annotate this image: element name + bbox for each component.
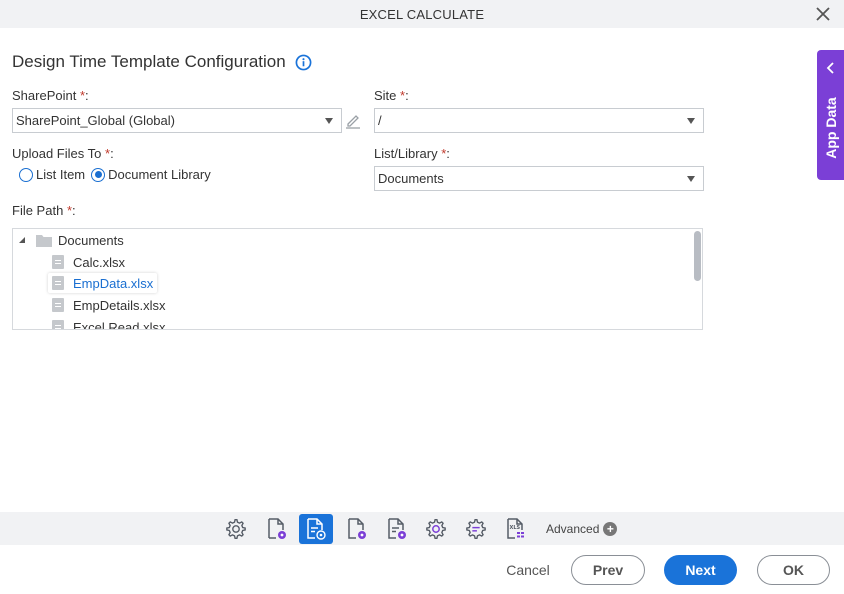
- document-lines-settings-step-active[interactable]: [299, 514, 333, 544]
- tree-file-item[interactable]: Excel Read.xlsx: [52, 317, 166, 330]
- xls-file-icon: XLS: [507, 518, 524, 539]
- site-label-text: Site: [374, 88, 397, 103]
- radio-dot: [94, 171, 102, 178]
- tree-folder-name: Documents: [58, 232, 124, 248]
- settings-gear-step[interactable]: [219, 514, 253, 544]
- document-settings-step[interactable]: [260, 514, 294, 544]
- page-heading: Design Time Template Configuration: [12, 52, 312, 72]
- dropdown-arrow-icon: [325, 118, 333, 124]
- file-icon: [52, 320, 64, 329]
- site-value: /: [378, 113, 382, 128]
- file-icon: [52, 255, 64, 269]
- upload-files-label: Upload Files To *:: [12, 146, 114, 161]
- file-path-label: File Path *:: [12, 203, 76, 218]
- site-label: Site *:: [374, 88, 409, 103]
- radio-list-item[interactable]: List Item: [19, 167, 85, 182]
- sharepoint-value: SharePoint_Global (Global): [16, 113, 175, 128]
- chevron-left-icon[interactable]: [826, 62, 836, 74]
- info-icon[interactable]: [295, 54, 312, 71]
- upload-files-radio-group: List Item Document Library: [19, 167, 217, 182]
- edit-pencil-icon[interactable]: [345, 112, 361, 129]
- document-lines-gear-icon: [307, 518, 326, 540]
- file-name: EmpData.xlsx: [73, 275, 154, 291]
- list-library-select[interactable]: Documents: [374, 166, 704, 191]
- ok-button[interactable]: OK: [757, 555, 830, 585]
- folder-icon: [36, 234, 52, 247]
- dropdown-arrow-icon: [687, 176, 695, 182]
- gear-lines-step[interactable]: [459, 514, 493, 544]
- advanced-button[interactable]: Advanced +: [546, 522, 618, 536]
- list-library-label: List/Library *:: [374, 146, 450, 161]
- xls-step[interactable]: XLS: [499, 514, 533, 544]
- file-name: Calc.xlsx: [73, 254, 126, 270]
- radio-label: Document Library: [108, 167, 211, 182]
- close-icon[interactable]: [814, 5, 832, 23]
- radio-document-library[interactable]: Document Library: [91, 167, 211, 182]
- gear-lines-icon: [466, 518, 486, 540]
- label-colon: :: [446, 146, 450, 161]
- document-lines-settings-step-2[interactable]: [380, 514, 414, 544]
- label-colon: :: [110, 146, 114, 161]
- app-data-tab[interactable]: App Data: [817, 50, 844, 180]
- file-icon: [52, 276, 64, 290]
- label-colon: :: [72, 203, 76, 218]
- site-select[interactable]: /: [374, 108, 704, 133]
- step-toolbar: XLS Advanced +: [0, 512, 844, 545]
- prev-button[interactable]: Prev: [571, 555, 645, 585]
- tree-file-item[interactable]: EmpDetails.xlsx: [52, 295, 165, 315]
- file-name: EmpDetails.xlsx: [73, 297, 166, 313]
- radio-button-checked[interactable]: [91, 167, 106, 182]
- list-library-value: Documents: [378, 171, 444, 186]
- upload-label-text: Upload Files To: [12, 146, 102, 161]
- sharepoint-label: SharePoint *:: [12, 88, 89, 103]
- title-bar: EXCEL CALCULATE: [0, 0, 844, 28]
- document-lines-gear-icon: [388, 518, 406, 539]
- file-path-label-text: File Path: [12, 203, 64, 218]
- sharepoint-select[interactable]: SharePoint_Global (Global): [12, 108, 342, 133]
- gear-icon: [426, 518, 446, 540]
- plus-circle-icon: +: [603, 522, 618, 536]
- svg-text:XLS: XLS: [510, 525, 521, 531]
- file-name: Excel Read.xlsx: [73, 319, 166, 330]
- document-settings-step-2[interactable]: [340, 514, 374, 544]
- cancel-button[interactable]: Cancel: [500, 555, 556, 585]
- tree-scrollbar-thumb[interactable]: [694, 231, 701, 281]
- label-colon: :: [405, 88, 409, 103]
- tree-file-item-selected[interactable]: EmpData.xlsx: [48, 273, 158, 293]
- gear-step[interactable]: [419, 514, 453, 544]
- page-title: Design Time Template Configuration: [12, 52, 286, 71]
- tree-root-documents[interactable]: Documents: [18, 230, 124, 250]
- document-gear-icon: [348, 518, 366, 539]
- file-path-tree: Documents Calc.xlsx EmpData.xlsx EmpDeta…: [12, 228, 703, 330]
- advanced-label: Advanced: [546, 522, 600, 536]
- tree-file-item[interactable]: Calc.xlsx: [52, 252, 125, 272]
- radio-button-unchecked[interactable]: [19, 167, 33, 182]
- sharepoint-label-text: SharePoint: [12, 88, 77, 103]
- app-data-label: App Data: [823, 97, 839, 159]
- dropdown-arrow-icon: [687, 118, 695, 124]
- window-title: EXCEL CALCULATE: [359, 6, 485, 22]
- label-colon: :: [85, 88, 89, 103]
- collapse-triangle-icon[interactable]: [18, 236, 26, 244]
- gear-icon: [226, 518, 246, 540]
- file-icon: [52, 298, 64, 312]
- radio-label: List Item: [36, 167, 86, 182]
- list-library-label-text: List/Library: [374, 146, 438, 161]
- next-button[interactable]: Next: [664, 555, 737, 585]
- document-gear-icon: [268, 518, 286, 539]
